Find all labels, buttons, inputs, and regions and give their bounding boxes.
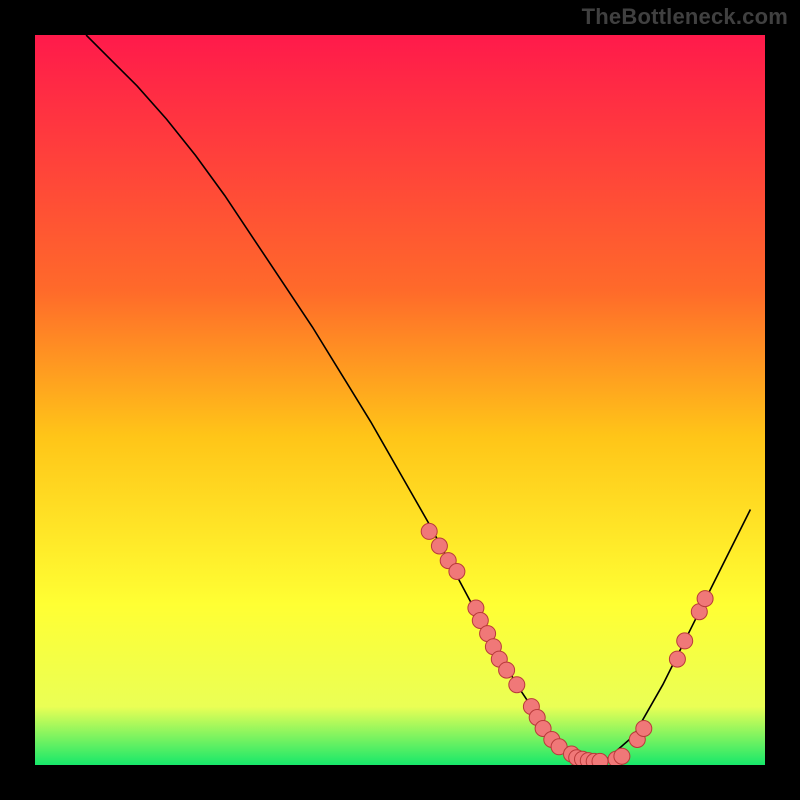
plot-area bbox=[35, 35, 765, 765]
gradient-background bbox=[35, 35, 765, 765]
data-point bbox=[697, 591, 713, 607]
data-point bbox=[449, 564, 465, 580]
data-point bbox=[592, 753, 608, 765]
data-point bbox=[499, 662, 515, 678]
watermark-text: TheBottleneck.com bbox=[582, 4, 788, 30]
data-point bbox=[669, 651, 685, 667]
data-point bbox=[509, 677, 525, 693]
chart-frame: TheBottleneck.com bbox=[0, 0, 800, 800]
plot-svg bbox=[35, 35, 765, 765]
data-point bbox=[614, 748, 630, 764]
data-point bbox=[636, 721, 652, 737]
data-point bbox=[421, 523, 437, 539]
data-point bbox=[431, 538, 447, 554]
data-point bbox=[677, 633, 693, 649]
